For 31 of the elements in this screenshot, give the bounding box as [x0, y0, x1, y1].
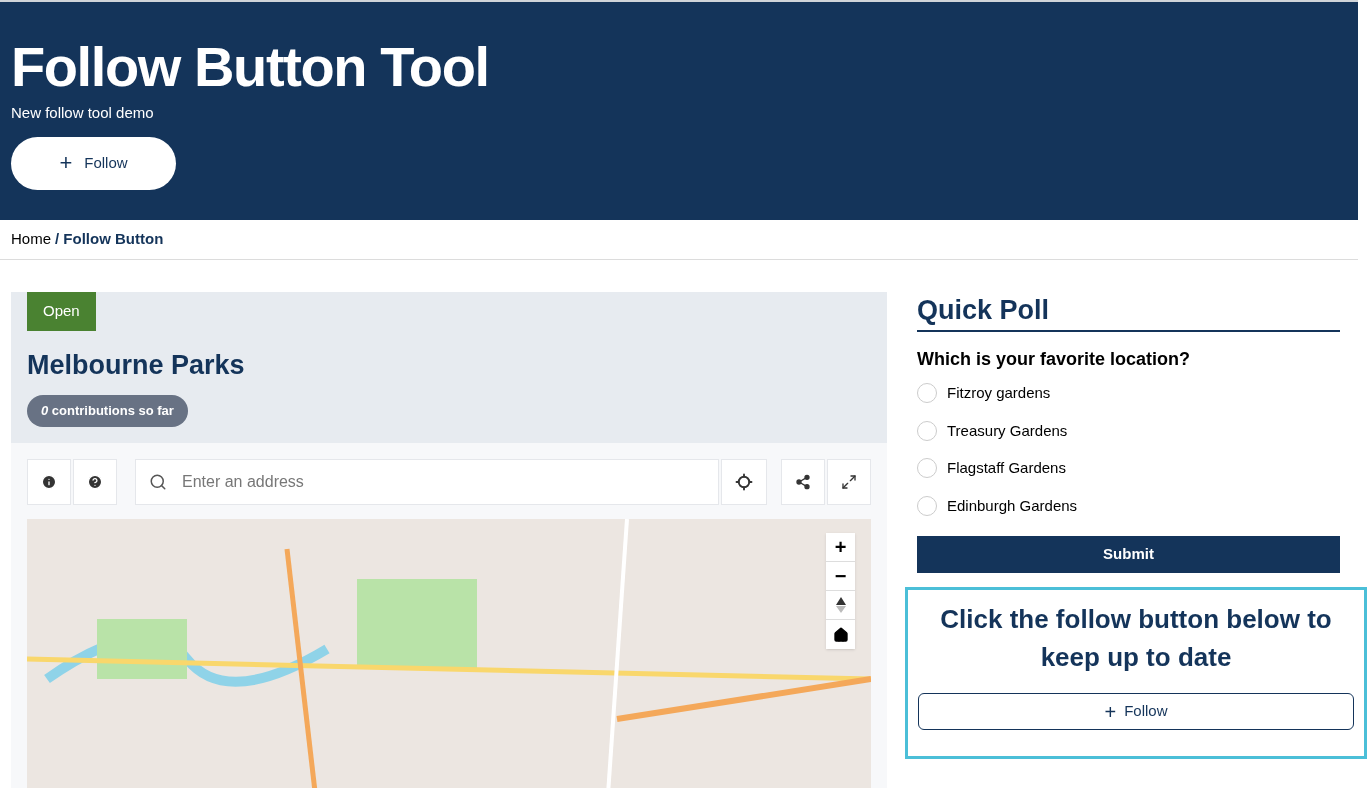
zoom-button[interactable]: + [826, 533, 855, 562]
contributions-badge: 0 contributions so far [27, 395, 188, 427]
page-title: Follow Button Tool [11, 34, 489, 100]
share-icon [795, 474, 811, 490]
radio-button[interactable] [917, 458, 937, 479]
poll-question: Which is your favorite location? [917, 348, 1191, 371]
locate-button[interactable] [721, 459, 767, 505]
breadcrumb-link[interactable]: / Follow Button [55, 228, 164, 251]
address-search-field[interactable]: Enter an address [135, 459, 719, 505]
poll-title: Quick Poll [917, 292, 1340, 332]
project-title: Melbourne Parks [27, 348, 245, 382]
info-button[interactable] [27, 459, 71, 505]
expand-icon [841, 474, 857, 490]
breadcrumb-link[interactable]: Home [11, 228, 51, 251]
follow-prompt-text: Click the follow button below to keep up to date [939, 603, 1333, 674]
info-icon [41, 474, 57, 490]
submit-button[interactable]: Submit [917, 536, 1340, 573]
status-badge: Open [27, 292, 96, 331]
poll-option[interactable]: Fitzroy gardens [917, 382, 1051, 405]
follow-button[interactable]: + Follow [918, 693, 1354, 730]
help-icon [87, 474, 103, 490]
poll-option[interactable]: Treasury Gardens [917, 419, 1068, 442]
search-icon [149, 473, 167, 491]
page-subtitle: New follow tool demo [11, 103, 154, 123]
follow-button[interactable]: + Follow [11, 136, 176, 190]
help-button[interactable] [73, 459, 117, 505]
poll-option[interactable]: Flagstaff Gardens [917, 457, 1066, 480]
poll-option[interactable]: Edinburgh Gardens [917, 494, 1078, 517]
crosshair-icon [735, 473, 753, 491]
share-button[interactable] [781, 459, 825, 505]
zoom-button[interactable]: − [826, 562, 855, 591]
